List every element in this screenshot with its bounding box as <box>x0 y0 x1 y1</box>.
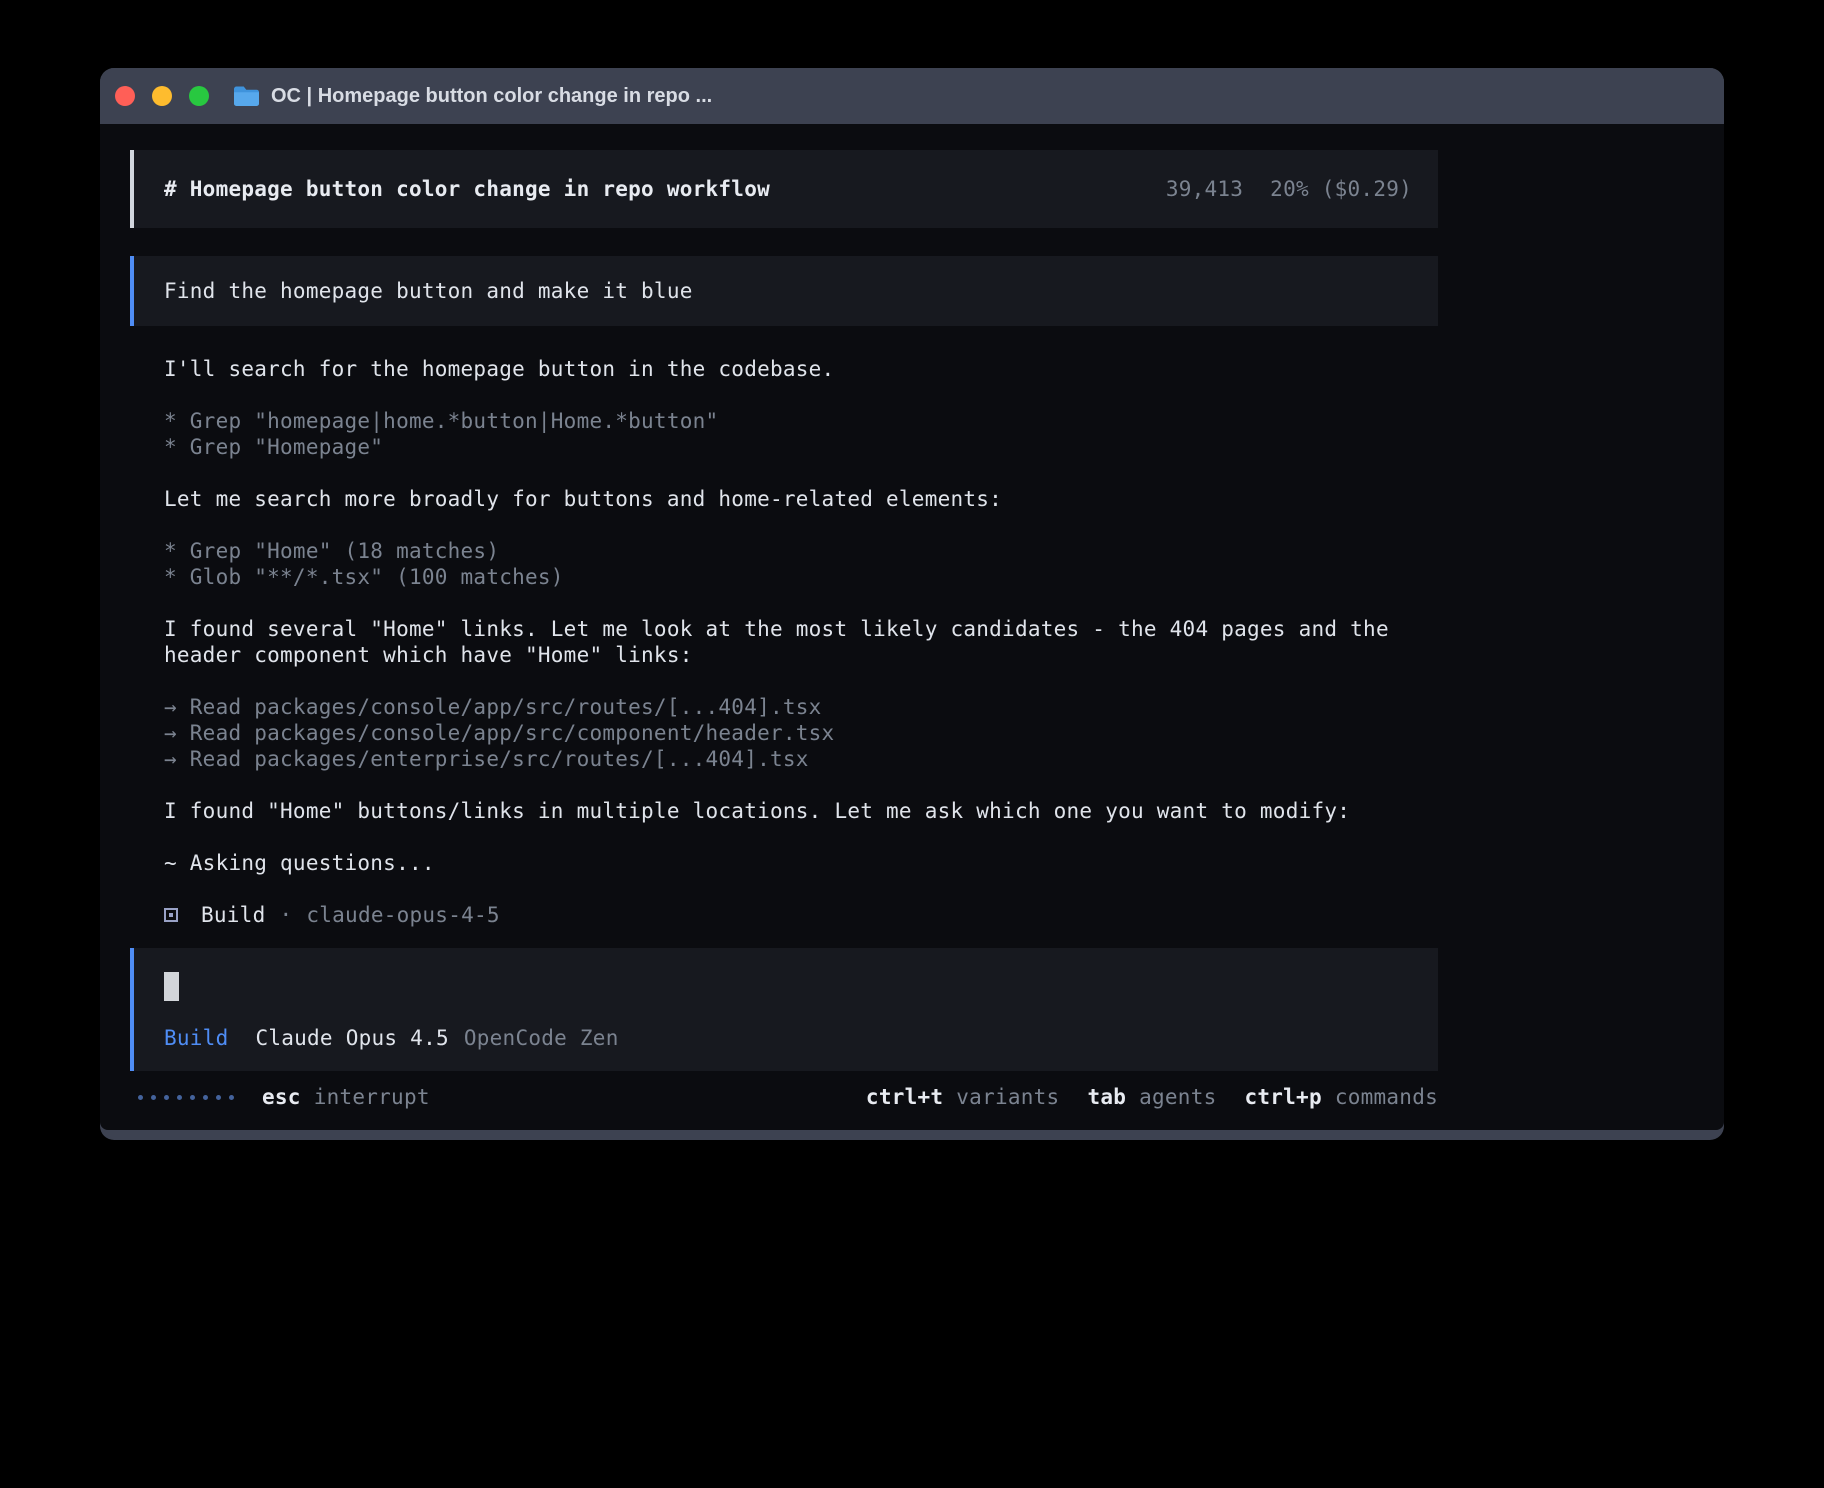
assistant-text: I'll search for the homepage button in t… <box>164 356 1438 382</box>
token-count: 39,413 <box>1166 176 1243 202</box>
agent-name: Build <box>201 902 265 928</box>
shortcut-label: agents <box>1139 1084 1216 1110</box>
user-message-text: Find the homepage button and make it blu… <box>164 279 693 303</box>
esc-key-label: interrupt <box>314 1084 430 1110</box>
text-cursor <box>164 972 179 1001</box>
provider-name: OpenCode Zen <box>464 1025 619 1051</box>
tool-call-grep: * Grep "Home" (18 matches) <box>164 538 1438 564</box>
shortcut-commands: ctrl+p commands <box>1244 1084 1438 1110</box>
agent-model: claude-opus-4-5 <box>306 902 499 928</box>
tool-call-group: * Grep "Home" (18 matches) * Glob "**/*.… <box>164 538 1438 590</box>
terminal-content: # Homepage button color change in repo w… <box>100 124 1724 1130</box>
spinner-dots <box>138 1095 234 1100</box>
shortcut-variants: ctrl+t variants <box>866 1084 1060 1110</box>
tool-call-glob: * Glob "**/*.tsx" (100 matches) <box>164 564 1438 590</box>
zoom-button[interactable] <box>189 86 209 106</box>
user-message: Find the homepage button and make it blu… <box>130 256 1438 326</box>
tool-call-group: → Read packages/console/app/src/routes/[… <box>164 694 1438 772</box>
app-window: OC | Homepage button color change in rep… <box>100 68 1724 1140</box>
model-name: Claude Opus 4.5 <box>255 1025 448 1051</box>
shortcut-label: commands <box>1335 1084 1438 1110</box>
tool-call-group: * Grep "homepage|home.*button|Home.*butt… <box>164 408 1438 460</box>
session-header: # Homepage button color change in repo w… <box>130 150 1438 228</box>
transcript: I'll search for the homepage button in t… <box>164 356 1438 928</box>
window-title: OC | Homepage button color change in rep… <box>271 85 712 108</box>
assistant-text: Let me search more broadly for buttons a… <box>164 486 1438 512</box>
statusbar-right: ctrl+t variants tab agents ctrl+p comman… <box>838 1084 1438 1110</box>
shortcut-label: variants <box>956 1084 1059 1110</box>
minimize-button[interactable] <box>152 86 172 106</box>
shortcut-key: tab <box>1087 1084 1126 1110</box>
shortcut-key: ctrl+p <box>1244 1084 1321 1110</box>
folder-icon <box>233 85 260 107</box>
traffic-lights <box>115 86 209 106</box>
agent-task-line: Build · claude-opus-4-5 <box>164 902 1438 928</box>
tool-call-grep: * Grep "Homepage" <box>164 434 1438 460</box>
tool-call-read: → Read packages/enterprise/src/routes/[.… <box>164 746 1438 772</box>
esc-key-hint: esc <box>262 1084 301 1110</box>
session-title: # Homepage button color change in repo w… <box>164 176 770 202</box>
statusbar: esc interrupt ctrl+t variants tab agents… <box>130 1084 1438 1110</box>
tool-call-read: → Read packages/console/app/src/componen… <box>164 720 1438 746</box>
shortcut-agents: tab agents <box>1087 1084 1216 1110</box>
assistant-text: I found several "Home" links. Let me loo… <box>164 616 1438 668</box>
tool-call-grep: * Grep "homepage|home.*button|Home.*butt… <box>164 408 1438 434</box>
mode-indicator[interactable]: Build <box>164 1025 228 1051</box>
shortcut-key: ctrl+t <box>866 1084 943 1110</box>
session-stats: 39,413 20% ($0.29) <box>1166 176 1412 202</box>
agent-separator: · <box>279 902 292 928</box>
assistant-text: I found "Home" buttons/links in multiple… <box>164 798 1438 824</box>
prompt-input[interactable]: Build Claude Opus 4.5 OpenCode Zen <box>130 948 1438 1071</box>
context-usage: 20% ($0.29) <box>1270 176 1412 202</box>
model-row: Build Claude Opus 4.5 OpenCode Zen <box>164 1025 1412 1051</box>
assistant-status: ~ Asking questions... <box>164 850 1438 876</box>
close-button[interactable] <box>115 86 135 106</box>
agent-square-icon <box>164 908 178 922</box>
tool-call-read: → Read packages/console/app/src/routes/[… <box>164 694 1438 720</box>
statusbar-left: esc interrupt <box>130 1084 430 1110</box>
titlebar: OC | Homepage button color change in rep… <box>100 68 1724 124</box>
